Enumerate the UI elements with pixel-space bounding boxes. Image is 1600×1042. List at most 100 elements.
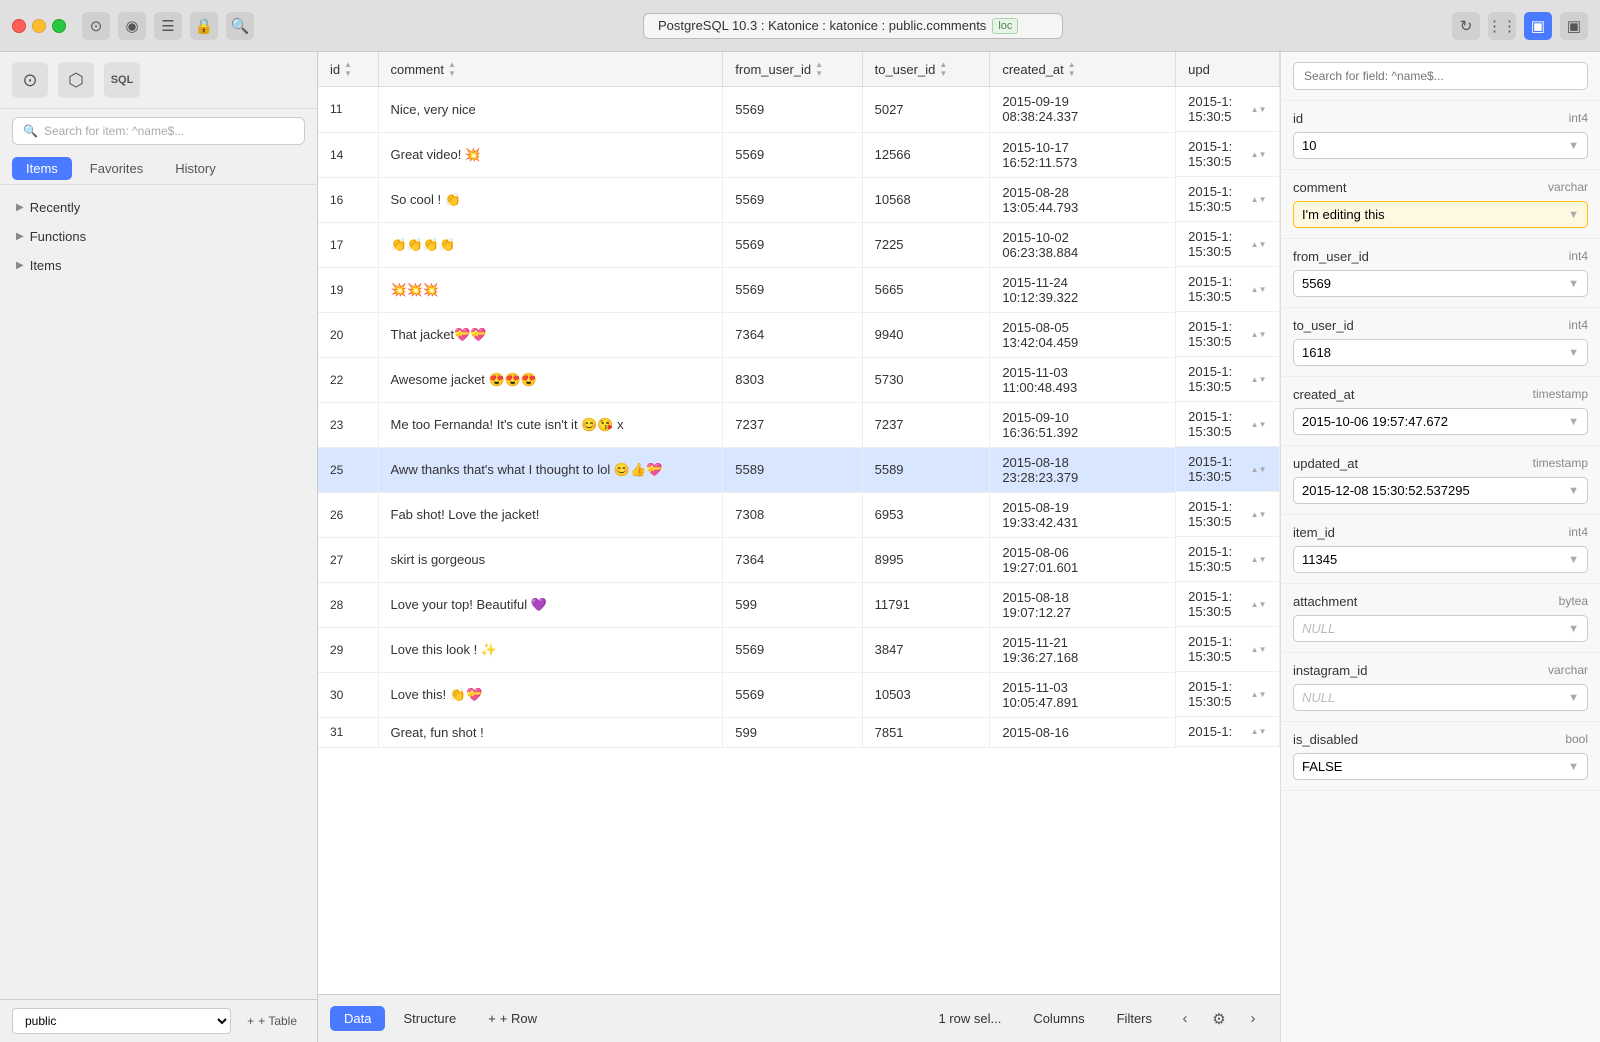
row-from-user-id[interactable]: 5569 (723, 87, 862, 133)
layout-left-icon[interactable]: ▣ (1524, 12, 1552, 40)
sidebar-item-recently[interactable]: ▶ Recently (0, 193, 317, 222)
row-id[interactable]: 25 (318, 447, 378, 492)
row-comment[interactable]: Love this look ! ✨ (378, 627, 723, 672)
table-row[interactable]: 25Aww thanks that's what I thought to lo… (318, 447, 1280, 492)
row-comment[interactable]: Fab shot! Love the jacket! (378, 492, 723, 537)
row-upd[interactable]: 2015-1: 15:30:5▲▼ (1176, 402, 1279, 447)
tab-items[interactable]: Items (12, 157, 72, 180)
row-upd[interactable]: 2015-1: 15:30:5▲▼ (1176, 177, 1279, 222)
home-icon[interactable]: ⊙ (82, 12, 110, 40)
sort-arrows-to[interactable]: ▲▼ (939, 60, 947, 78)
db-icon[interactable]: ⊙ (12, 62, 48, 98)
row-created-at[interactable]: 2015-11-21 19:36:27.168 (990, 627, 1176, 672)
row-created-at[interactable]: 2015-08-28 13:05:44.793 (990, 177, 1176, 222)
row-id[interactable]: 22 (318, 357, 378, 402)
add-row-button[interactable]: + + Row (474, 1006, 551, 1031)
table-icon[interactable]: ⬡ (58, 62, 94, 98)
filters-button[interactable]: Filters (1103, 1006, 1166, 1031)
rp-field-value-attachment[interactable]: NULL▼ (1293, 615, 1588, 642)
row-comment[interactable]: skirt is gorgeous (378, 537, 723, 582)
row-to-user-id[interactable]: 5589 (862, 447, 990, 492)
schema-select[interactable]: public (12, 1008, 231, 1034)
col-header-id[interactable]: id ▲▼ (318, 52, 378, 87)
col-header-from-user-id[interactable]: from_user_id ▲▼ (723, 52, 862, 87)
row-id[interactable]: 27 (318, 537, 378, 582)
row-created-at[interactable]: 2015-09-10 16:36:51.392 (990, 402, 1176, 447)
rp-field-value-instagram_id[interactable]: NULL▼ (1293, 684, 1588, 711)
row-upd[interactable]: 2015-1: 15:30:5▲▼ (1176, 447, 1279, 492)
rp-field-value-id[interactable]: 10▼ (1293, 132, 1588, 159)
row-id[interactable]: 14 (318, 132, 378, 177)
row-from-user-id[interactable]: 5569 (723, 672, 862, 717)
rp-field-value-is_disabled[interactable]: FALSE▼ (1293, 753, 1588, 780)
row-upd[interactable]: 2015-1: 15:30:5▲▼ (1176, 582, 1279, 627)
row-id[interactable]: 23 (318, 402, 378, 447)
row-created-at[interactable]: 2015-08-05 13:42:04.459 (990, 312, 1176, 357)
row-comment[interactable]: 👏👏👏👏 (378, 222, 723, 267)
row-to-user-id[interactable]: 9940 (862, 312, 990, 357)
row-created-at[interactable]: 2015-08-16 (990, 717, 1176, 747)
add-table-button[interactable]: + + Table (239, 1010, 305, 1032)
rp-field-value-updated_at[interactable]: 2015-12-08 15:30:52.537295▼ (1293, 477, 1588, 504)
rp-field-value-from_user_id[interactable]: 5569▼ (1293, 270, 1588, 297)
sidebar-search-box[interactable]: 🔍 Search for item: ^name$... (12, 117, 305, 145)
row-to-user-id[interactable]: 5730 (862, 357, 990, 402)
rp-field-value-created_at[interactable]: 2015-10-06 19:57:47.672▼ (1293, 408, 1588, 435)
row-id[interactable]: 11 (318, 87, 378, 133)
sort-arrows-id[interactable]: ▲▼ (344, 60, 352, 78)
row-from-user-id[interactable]: 5569 (723, 267, 862, 312)
row-comment[interactable]: Love your top! Beautiful 💜 (378, 582, 723, 627)
row-created-at[interactable]: 2015-10-02 06:23:38.884 (990, 222, 1176, 267)
row-comment[interactable]: Me too Fernanda! It's cute isn't it 😊😘 x (378, 402, 723, 447)
sort-arrows-created[interactable]: ▲▼ (1068, 60, 1076, 78)
tab-favorites[interactable]: Favorites (76, 157, 157, 180)
row-comment[interactable]: That jacket💝💝 (378, 312, 723, 357)
row-id[interactable]: 17 (318, 222, 378, 267)
row-to-user-id[interactable]: 8995 (862, 537, 990, 582)
row-to-user-id[interactable]: 5665 (862, 267, 990, 312)
row-created-at[interactable]: 2015-08-06 19:27:01.601 (990, 537, 1176, 582)
row-id[interactable]: 28 (318, 582, 378, 627)
table-row[interactable]: 31Great, fun shot !59978512015-08-16 201… (318, 717, 1280, 747)
row-to-user-id[interactable]: 5027 (862, 87, 990, 133)
row-comment[interactable]: Love this! 👏💝 (378, 672, 723, 717)
row-from-user-id[interactable]: 5589 (723, 447, 862, 492)
row-created-at[interactable]: 2015-09-19 08:38:24.337 (990, 87, 1176, 133)
row-upd[interactable]: 2015-1: 15:30:5▲▼ (1176, 132, 1279, 177)
row-to-user-id[interactable]: 10568 (862, 177, 990, 222)
row-id[interactable]: 31 (318, 717, 378, 747)
rp-field-value-item_id[interactable]: 11345▼ (1293, 546, 1588, 573)
row-from-user-id[interactable]: 7364 (723, 537, 862, 582)
row-comment[interactable]: Great, fun shot ! (378, 717, 723, 747)
col-header-created-at[interactable]: created_at ▲▼ (990, 52, 1176, 87)
row-upd[interactable]: 2015-1:▲▼ (1176, 717, 1279, 747)
row-comment[interactable]: Aww thanks that's what I thought to lol … (378, 447, 723, 492)
row-from-user-id[interactable]: 5569 (723, 222, 862, 267)
grid-icon[interactable]: ⋮⋮ (1488, 12, 1516, 40)
table-row[interactable]: 26Fab shot! Love the jacket!730869532015… (318, 492, 1280, 537)
prev-page-icon[interactable]: ‹ (1170, 1004, 1200, 1034)
eye-icon[interactable]: ◉ (118, 12, 146, 40)
layout-right-icon[interactable]: ▣ (1560, 12, 1588, 40)
row-comment[interactable]: Awesome jacket 😍😍😍 (378, 357, 723, 402)
row-upd[interactable]: 2015-1: 15:30:5▲▼ (1176, 267, 1279, 312)
row-from-user-id[interactable]: 599 (723, 582, 862, 627)
rp-field-value-comment[interactable]: I'm editing this▼ (1293, 201, 1588, 228)
row-id[interactable]: 19 (318, 267, 378, 312)
row-comment[interactable]: So cool ! 👏 (378, 177, 723, 222)
row-created-at[interactable]: 2015-11-03 10:05:47.891 (990, 672, 1176, 717)
row-from-user-id[interactable]: 599 (723, 717, 862, 747)
row-created-at[interactable]: 2015-11-24 10:12:39.322 (990, 267, 1176, 312)
tab-data-button[interactable]: Data (330, 1006, 385, 1031)
columns-button[interactable]: Columns (1019, 1006, 1098, 1031)
table-row[interactable]: 14Great video! 💥5569125662015-10-17 16:5… (318, 132, 1280, 177)
next-page-icon[interactable]: › (1238, 1004, 1268, 1034)
table-row[interactable]: 17👏👏👏👏556972252015-10-02 06:23:38.884201… (318, 222, 1280, 267)
list-icon[interactable]: ☰ (154, 12, 182, 40)
row-to-user-id[interactable]: 3847 (862, 627, 990, 672)
tab-structure-button[interactable]: Structure (389, 1006, 470, 1031)
row-created-at[interactable]: 2015-08-18 23:28:23.379 (990, 447, 1176, 492)
row-to-user-id[interactable]: 12566 (862, 132, 990, 177)
sidebar-item-items[interactable]: ▶ Items (0, 251, 317, 280)
row-to-user-id[interactable]: 6953 (862, 492, 990, 537)
